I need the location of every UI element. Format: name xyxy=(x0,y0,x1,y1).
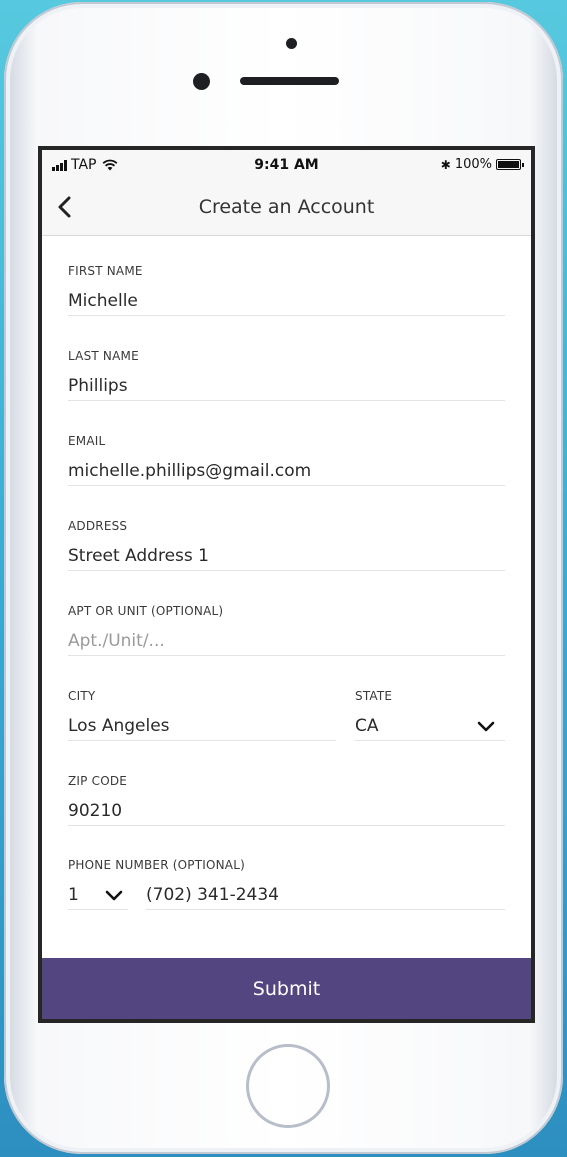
state-field-group: STATE xyxy=(355,661,505,741)
zip-input[interactable] xyxy=(68,796,505,826)
bluetooth-icon: ✱ xyxy=(440,157,451,172)
battery-percentage: 100% xyxy=(454,157,492,172)
earpiece-speaker xyxy=(240,77,339,85)
phone-input[interactable] xyxy=(146,880,505,910)
email-input[interactable] xyxy=(68,456,505,486)
home-button[interactable] xyxy=(246,1044,330,1128)
zip-label: ZIP CODE xyxy=(68,774,128,788)
apt-label: APT OR UNIT (OPTIONAL) xyxy=(68,604,224,618)
page-title: Create an Account xyxy=(198,196,375,218)
email-label: EMAIL xyxy=(68,434,106,448)
battery-fill xyxy=(498,161,519,168)
apt-input[interactable] xyxy=(68,626,505,656)
front-camera xyxy=(193,73,210,90)
first-name-label: FIRST NAME xyxy=(68,264,143,278)
navigation-bar: Create an Account xyxy=(42,180,531,236)
app-view: TAP 9:41 AM ✱ 100% Create an Account FIR… xyxy=(42,150,531,1019)
last-name-field-group: LAST NAME xyxy=(68,321,505,401)
chevron-down-icon[interactable] xyxy=(105,890,123,902)
last-name-label: LAST NAME xyxy=(68,349,139,363)
first-name-field-group: FIRST NAME xyxy=(68,236,505,316)
battery-icon xyxy=(496,159,524,170)
city-field-group: CITY xyxy=(68,661,336,741)
last-name-input[interactable] xyxy=(68,371,505,401)
city-input[interactable] xyxy=(68,711,336,741)
state-label: STATE xyxy=(355,689,393,703)
phone-label: PHONE NUMBER (OPTIONAL) xyxy=(68,858,245,872)
status-bar: TAP 9:41 AM ✱ 100% xyxy=(42,150,531,180)
zip-field-group: ZIP CODE xyxy=(68,746,505,826)
first-name-input[interactable] xyxy=(68,286,505,316)
city-label: CITY xyxy=(68,689,96,703)
address-input[interactable] xyxy=(68,541,505,571)
address-label: ADDRESS xyxy=(68,519,128,533)
address-field-group: ADDRESS xyxy=(68,491,505,571)
phone-screen: TAP 9:41 AM ✱ 100% Create an Account FIR… xyxy=(38,146,535,1023)
email-field-group: EMAIL xyxy=(68,406,505,486)
chevron-down-icon[interactable] xyxy=(477,721,495,733)
phone-field-group: PHONE NUMBER (OPTIONAL) xyxy=(68,830,505,910)
apt-field-group: APT OR UNIT (OPTIONAL) xyxy=(68,576,505,656)
status-right: ✱ 100% xyxy=(440,157,524,172)
proximity-sensor xyxy=(286,38,297,49)
submit-button[interactable]: Submit xyxy=(42,958,531,1019)
